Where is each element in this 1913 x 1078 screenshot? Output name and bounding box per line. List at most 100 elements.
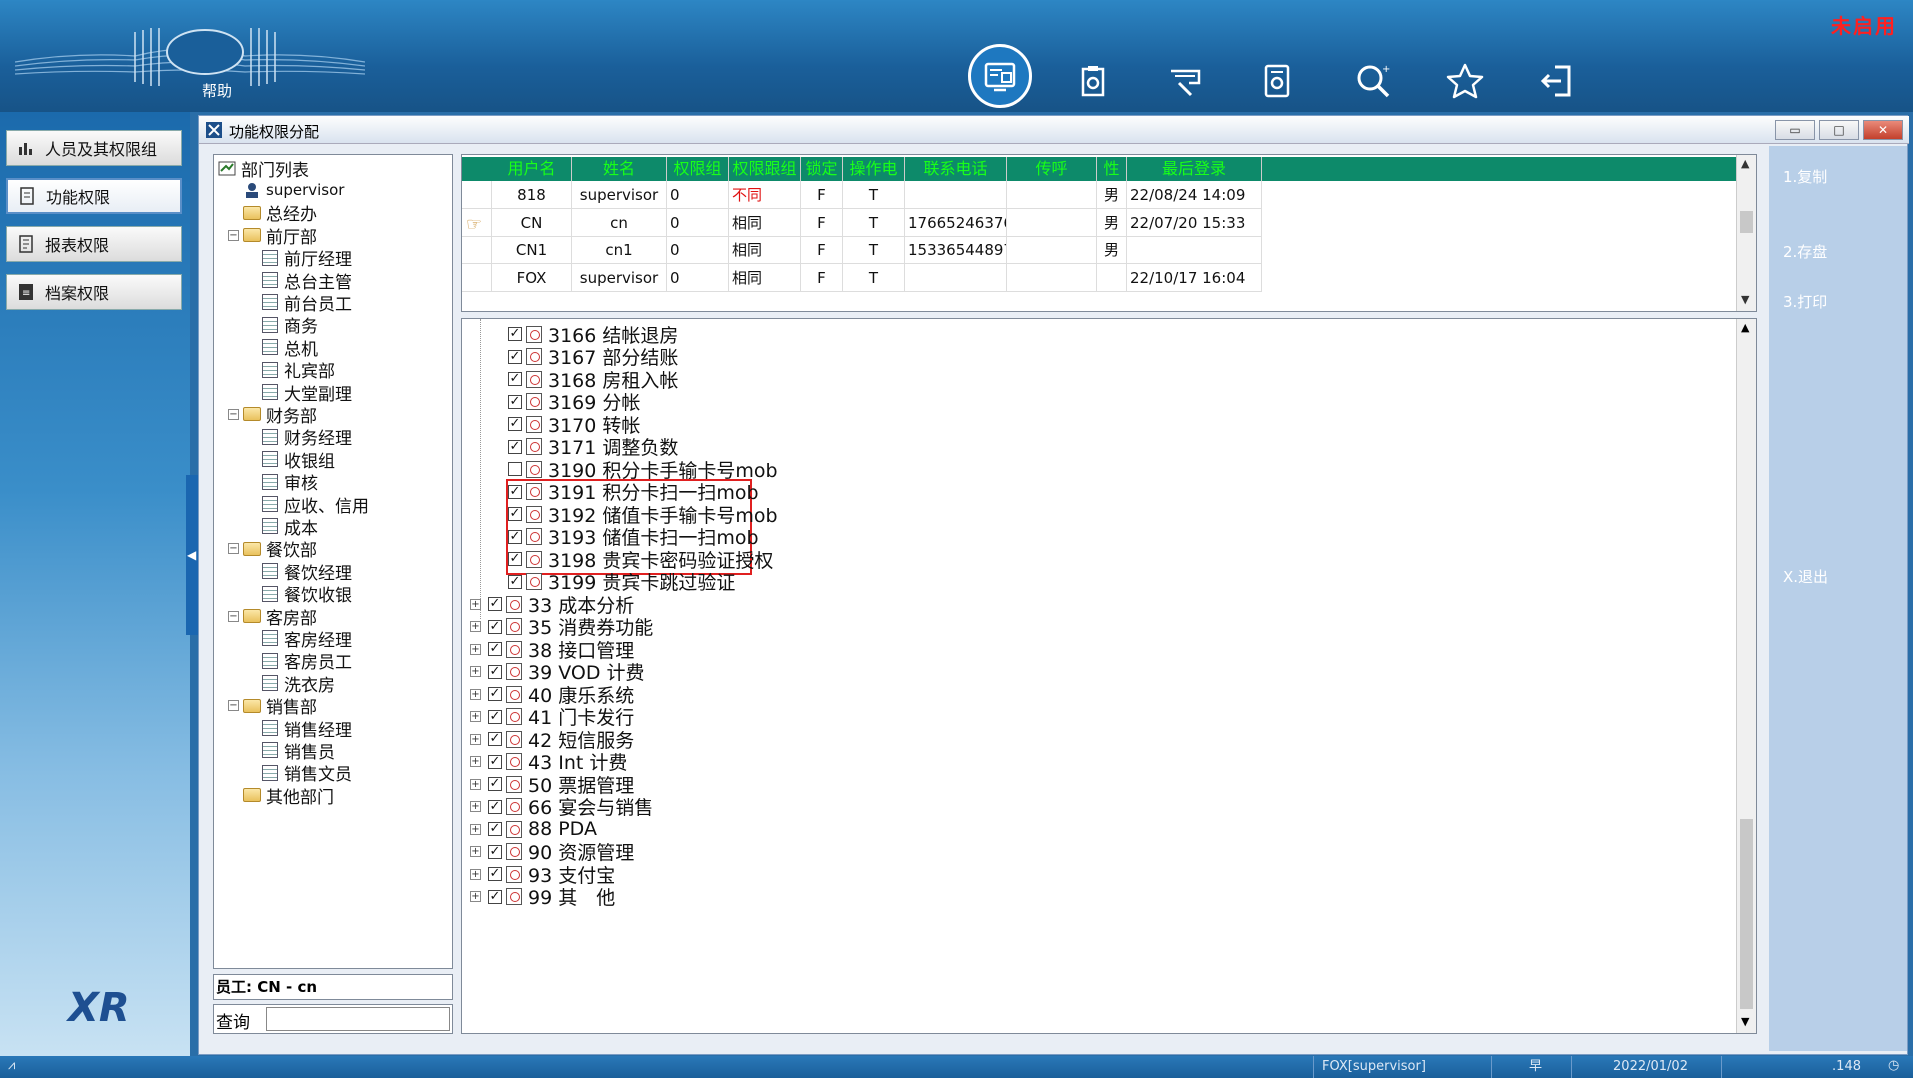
function-scrollbar[interactable]: ▲ ▼ (1736, 319, 1756, 1033)
collapse-icon[interactable]: − (228, 700, 239, 712)
permission-checkbox[interactable]: ✓ (508, 507, 522, 521)
dept-tree-item[interactable]: 前台员工 (262, 291, 352, 315)
permission-checkbox[interactable]: ✓ (488, 642, 502, 656)
exit-button[interactable]: X.退出 (1783, 566, 1828, 587)
grid-column-header[interactable]: 锁定 (801, 157, 843, 181)
permission-checkbox[interactable]: ✓ (508, 484, 522, 499)
table-row[interactable]: ☞ CN cn 0 相同 F T 17665246376 男 22/07/20 15:33 (462, 208, 1738, 237)
dept-tree-item[interactable]: supervisor (228, 179, 344, 201)
scroll-up-icon[interactable]: ▲ (1741, 321, 1749, 334)
dept-tree-item[interactable]: − 餐饮部 (228, 538, 317, 561)
scroll-down-icon[interactable]: ▼ (1741, 1015, 1749, 1028)
dept-tree-item[interactable]: 餐饮经理 (262, 560, 352, 584)
dept-tree-item[interactable]: 销售文员 (262, 762, 352, 785)
dept-tree-item[interactable]: − 客房部 (228, 605, 317, 629)
help-circle-icon[interactable]: ◷ (1888, 1058, 1899, 1073)
expand-icon[interactable]: + (470, 823, 481, 835)
permission-checkbox[interactable]: ✓ (488, 754, 502, 769)
permission-checkbox[interactable]: ✓ (488, 597, 502, 611)
collapse-icon[interactable]: − (228, 543, 239, 555)
grid-column-header[interactable]: 操作电脑 (843, 157, 905, 181)
dept-tree-item[interactable]: 大堂副理 (262, 381, 352, 405)
expand-icon[interactable]: + (470, 643, 481, 655)
permission-checkbox[interactable]: ✓ (488, 889, 502, 904)
nav-report-permissions[interactable]: 报表权限 (6, 226, 182, 262)
expand-icon[interactable]: + (470, 756, 481, 767)
permission-checkbox[interactable]: ✓ (488, 777, 502, 791)
dept-tree-item[interactable]: − 销售部 (228, 695, 317, 718)
expand-icon[interactable]: + (470, 891, 481, 902)
permission-checkbox[interactable]: ✓ (508, 417, 522, 431)
expand-icon[interactable]: + (470, 846, 481, 857)
print-button[interactable]: 3.打印 (1783, 291, 1827, 312)
permission-checkbox[interactable]: ✓ (488, 799, 502, 814)
function-tree-item[interactable]: + ✓ 99 其 他 (470, 884, 615, 910)
permission-checkbox[interactable]: ✓ (488, 844, 502, 859)
expand-icon[interactable]: + (470, 666, 481, 677)
expand-icon[interactable]: + (470, 711, 481, 722)
collapse-arrow-icon[interactable]: ◀ (187, 548, 196, 562)
row-indicator[interactable] (462, 236, 492, 264)
grid-column-header[interactable]: 联系电话 (905, 157, 1007, 181)
dept-tree-item[interactable]: 总机 (262, 336, 318, 360)
dept-tree-item[interactable]: 客房经理 (262, 627, 352, 651)
help-label[interactable]: 帮助 (202, 80, 232, 101)
permission-checkbox[interactable]: ✓ (508, 394, 522, 409)
permission-checkbox[interactable]: ✓ (508, 552, 522, 566)
dept-tree-item[interactable]: 销售经理 (262, 717, 352, 741)
save-button[interactable]: 2.存盘 (1783, 241, 1827, 262)
permission-checkbox[interactable]: ✓ (508, 327, 522, 341)
collapse-icon[interactable]: − (228, 229, 239, 241)
query-input[interactable] (266, 1007, 450, 1031)
grid-column-header[interactable]: 权限组 (667, 157, 729, 181)
nav-archive-permissions[interactable]: ≡ 档案权限 (6, 274, 182, 310)
dept-tree-item[interactable]: 餐饮收银 (262, 583, 352, 606)
dept-tree-item[interactable]: 部门列表 (218, 157, 309, 181)
grid-column-header[interactable]: 最后登录 (1127, 157, 1262, 181)
dept-tree-item[interactable]: 其他部门 (228, 784, 334, 808)
logout-icon[interactable] (1534, 58, 1580, 104)
maximize-button[interactable]: □ (1819, 120, 1859, 140)
scroll-thumb[interactable] (1740, 211, 1753, 233)
permission-checkbox[interactable]: ✓ (508, 574, 522, 589)
row-indicator[interactable] (462, 181, 492, 209)
row-indicator[interactable]: ☞ (462, 208, 492, 237)
table-row[interactable]: CN1 cn1 0 相同 F T 15336544897 男 (462, 236, 1738, 264)
row-indicator[interactable] (462, 263, 492, 292)
dept-tree-item[interactable]: 商务 (262, 314, 318, 337)
dept-tree-item[interactable]: 审核 (262, 471, 318, 494)
department-tree[interactable]: 部门列表 supervisor 总经办 − 前厅部 前厅经理 总台主管 前台员工 商务 总机 礼宾部… (213, 154, 453, 969)
permission-checkbox[interactable]: ✓ (508, 372, 522, 386)
grid-column-header[interactable]: 权限跟组 (729, 157, 801, 181)
nav-function-permissions[interactable]: 功能权限 (6, 178, 182, 214)
expand-icon[interactable]: + (470, 778, 481, 790)
permission-checkbox[interactable]: ✓ (508, 349, 522, 364)
permission-checkbox[interactable]: ✓ (488, 732, 502, 746)
clipboard-settings-icon[interactable] (1070, 58, 1116, 104)
scroll-down-icon[interactable]: ▼ (1741, 293, 1749, 306)
permission-checkbox[interactable]: ✓ (488, 664, 502, 679)
collapse-icon[interactable]: − (228, 408, 239, 420)
function-tree[interactable]: ▲ ▼ ✓ 3166 结帐退房 ✓ 3167 部分结账 ✓ 3168 房租入帐 ✓ 3169 … (461, 318, 1757, 1034)
grid-column-header[interactable]: 姓名 (572, 157, 667, 181)
minimize-button[interactable]: ▭ (1775, 120, 1815, 140)
edit-sign-icon[interactable] (1162, 58, 1208, 104)
table-row[interactable]: 818 supervisor 0 不同 F T 男 22/08/24 14:09 (462, 181, 1738, 209)
search-icon[interactable]: + (1350, 58, 1396, 104)
grid-column-header[interactable]: 性别 (1097, 157, 1127, 181)
dept-tree-item[interactable]: 应收、信用 (262, 493, 369, 517)
permission-checkbox[interactable]: ✓ (488, 687, 502, 701)
grid-scrollbar[interactable]: ▲ ▼ (1736, 155, 1756, 311)
dept-tree-item[interactable]: 前厅经理 (262, 247, 352, 270)
permission-checkbox[interactable]: ✓ (488, 867, 502, 881)
permission-checkbox[interactable]: ✓ (508, 529, 522, 544)
dept-tree-item[interactable]: 财务经理 (262, 426, 352, 449)
dept-tree-item[interactable]: − 前厅部 (228, 224, 317, 248)
dept-tree-item[interactable]: 客房员工 (262, 650, 352, 673)
dept-tree-item[interactable]: 洗衣房 (262, 672, 335, 696)
dept-tree-item[interactable]: 总台主管 (262, 269, 352, 293)
permission-checkbox[interactable]: ✓ (488, 619, 502, 634)
dept-tree-item[interactable]: 礼宾部 (262, 359, 335, 382)
dept-tree-item[interactable]: 收银组 (262, 448, 335, 472)
expand-icon[interactable]: + (470, 688, 481, 700)
